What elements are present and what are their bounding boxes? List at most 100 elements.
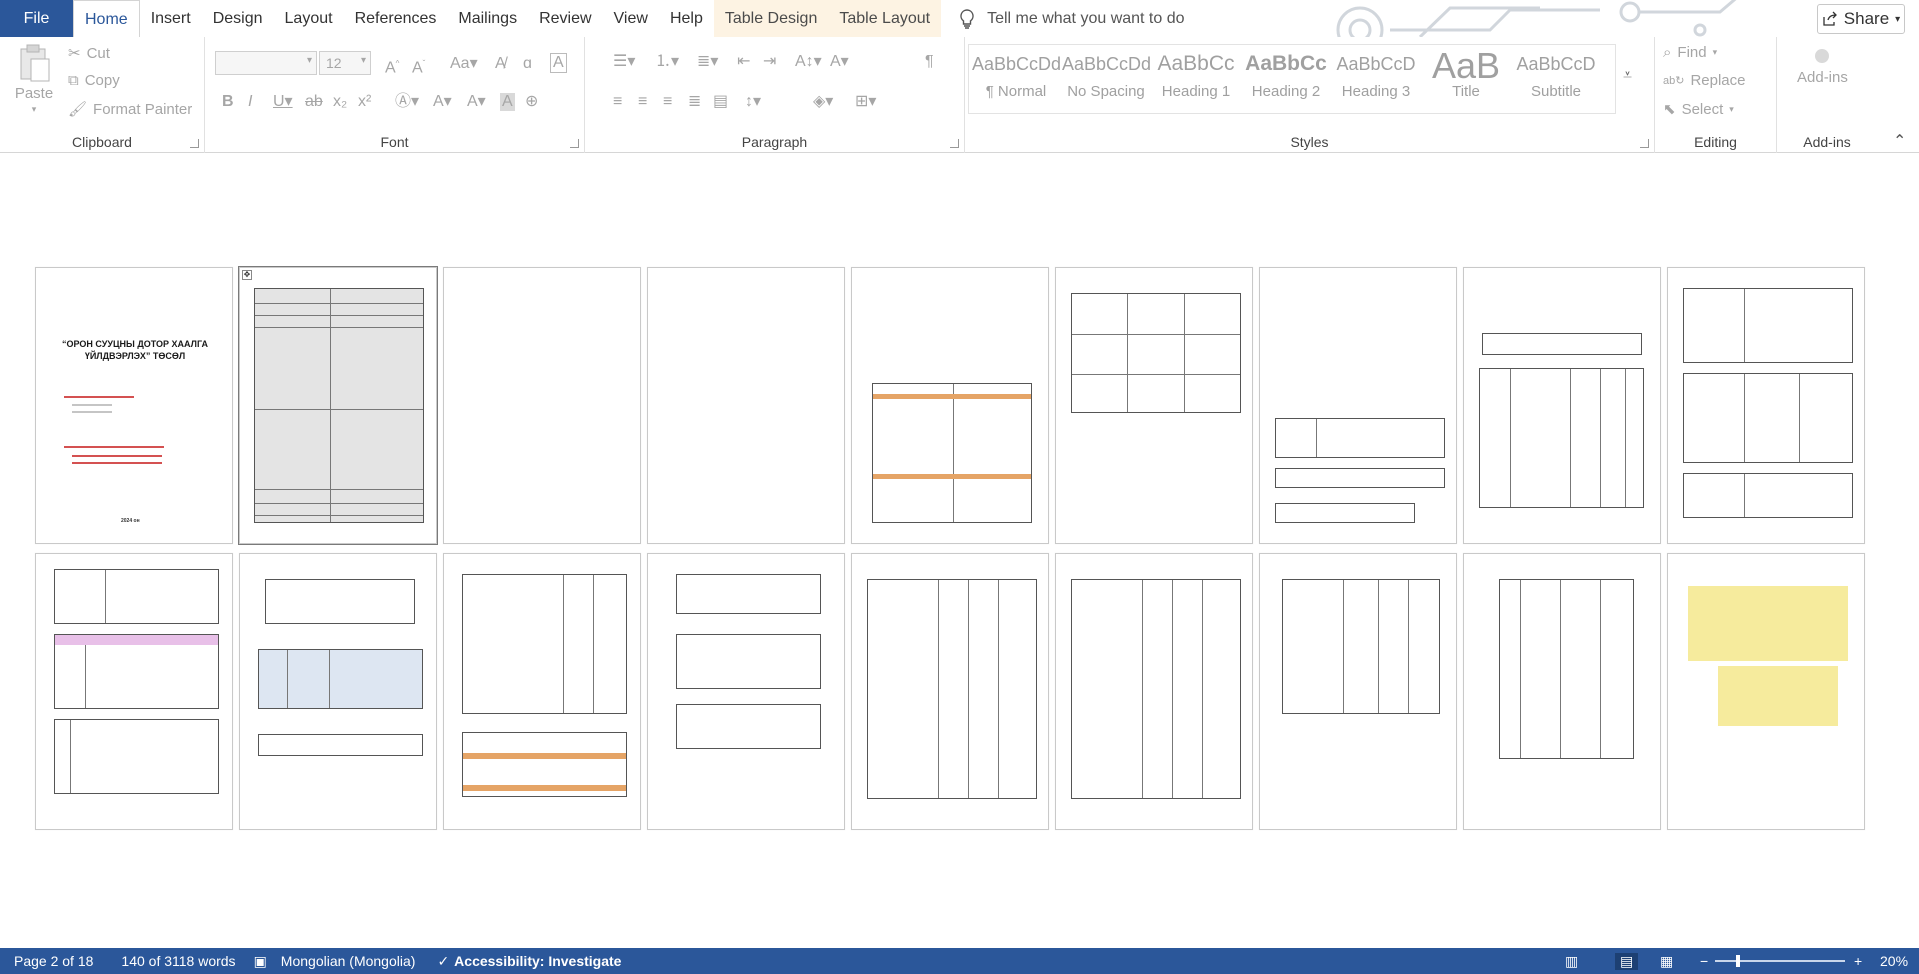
document-canvas[interactable]: “ОРОН СУУЦНЫ ДОТОР ХААЛГА ҮЙЛДВЭРЛЭХ” ТӨ… — [0, 153, 1919, 948]
web-layout-icon[interactable]: ▦ — [1660, 953, 1673, 970]
read-mode-icon[interactable]: ▥ — [1565, 953, 1578, 970]
style-no-spacing[interactable]: AaBbCcDd No Spacing — [1062, 49, 1150, 109]
grow-font-icon[interactable]: A^ — [385, 55, 399, 77]
zoom-in-icon[interactable]: + — [1854, 953, 1862, 969]
clipboard-launcher-icon[interactable] — [190, 139, 199, 148]
clear-formatting-icon[interactable]: A̸ — [495, 55, 506, 73]
collapse-ribbon-icon[interactable]: ⌃ — [1893, 133, 1906, 151]
subscript-icon[interactable]: x₂ — [333, 93, 347, 111]
increase-indent-icon[interactable]: ⇥ — [763, 53, 776, 71]
page-thumbnail-8[interactable] — [1463, 267, 1661, 544]
justify-icon[interactable]: ≣ — [688, 93, 701, 111]
style-title[interactable]: AaB Title — [1422, 49, 1510, 109]
tell-me-box[interactable]: Tell me what you want to do — [959, 0, 1185, 37]
tab-layout[interactable]: Layout — [274, 0, 344, 37]
zoom-out-icon[interactable]: − — [1700, 953, 1708, 969]
enclose-character-icon[interactable]: ⊕ — [525, 93, 538, 111]
distributed-icon[interactable]: ▤ — [713, 93, 728, 111]
highlight-icon[interactable]: A▾ — [433, 93, 452, 111]
replace-button[interactable]: ab↻ Replace — [1663, 72, 1746, 89]
zoom-level[interactable]: 20% — [1880, 953, 1908, 969]
page-thumbnail-15[interactable] — [1055, 553, 1253, 830]
page-thumbnail-4[interactable] — [647, 267, 845, 544]
format-painter-button[interactable]: 🖌 Format Painter — [68, 100, 192, 119]
zoom-slider[interactable] — [1715, 960, 1845, 962]
strikethrough-icon[interactable]: ab — [305, 93, 323, 111]
text-effect-icon[interactable]: Ⓐ▾ — [395, 93, 419, 111]
page-thumbnail-17[interactable] — [1463, 553, 1661, 830]
language-indicator[interactable]: Mongolian (Mongolia) — [281, 953, 416, 969]
styles-more-icon[interactable]: ⩡ — [1623, 67, 1632, 85]
cut-button[interactable]: ✂ Cut — [68, 44, 110, 63]
font-launcher-icon[interactable] — [570, 139, 579, 148]
tab-review[interactable]: Review — [528, 0, 602, 37]
proofing-icon[interactable]: ▣ — [254, 953, 267, 970]
tab-table-layout[interactable]: Table Layout — [828, 0, 942, 37]
font-color-icon[interactable]: A▾ — [467, 93, 486, 111]
font-size-combo[interactable]: 12 ▾ — [319, 51, 371, 75]
page-thumbnail-18[interactable] — [1667, 553, 1865, 830]
tab-table-design[interactable]: Table Design — [713, 0, 829, 37]
page-thumbnail-13[interactable] — [647, 553, 845, 830]
tab-home[interactable]: Home — [73, 0, 140, 38]
page-thumbnail-6[interactable] — [1055, 267, 1253, 544]
asian-layout-icon[interactable]: A▾ — [830, 53, 849, 71]
page-thumbnail-3[interactable] — [443, 267, 641, 544]
shrink-font-icon[interactable]: Aˇ — [412, 55, 425, 77]
style-heading-2[interactable]: AaBbCc Heading 2 — [1242, 49, 1330, 109]
style-heading-3[interactable]: AaBbCcD Heading 3 — [1332, 49, 1420, 109]
page-thumbnail-16[interactable] — [1259, 553, 1457, 830]
borders-icon[interactable]: ⊞▾ — [855, 93, 876, 111]
numbering-icon[interactable]: ⒈▾ — [655, 53, 679, 71]
share-button[interactable]: Share ▾ — [1817, 4, 1905, 34]
line-spacing-icon[interactable]: ↕▾ — [745, 93, 761, 111]
font-name-combo[interactable]: ▾ — [215, 51, 317, 75]
styles-launcher-icon[interactable] — [1640, 139, 1649, 148]
align-left-icon[interactable]: ≡ — [613, 93, 622, 111]
bullets-icon[interactable]: ☰▾ — [613, 53, 635, 71]
underline-icon[interactable]: U▾ — [273, 93, 293, 111]
style-normal[interactable]: AaBbCcDd ¶ Normal — [972, 49, 1060, 109]
decrease-indent-icon[interactable]: ⇤ — [737, 53, 750, 71]
accessibility-status[interactable]: Accessibility: Investigate — [454, 953, 621, 969]
style-subtitle[interactable]: AaBbCcD Subtitle — [1512, 49, 1600, 109]
paste-button[interactable]: Paste ▾ — [12, 43, 56, 115]
addins-button[interactable]: Add-ins — [1797, 49, 1848, 86]
tab-file[interactable]: File — [0, 0, 73, 37]
sort-icon[interactable]: A↕▾ — [795, 53, 822, 71]
tab-help[interactable]: Help — [659, 0, 714, 37]
tab-design[interactable]: Design — [202, 0, 274, 37]
page-count[interactable]: Page 2 of 18 — [14, 953, 93, 969]
tab-mailings[interactable]: Mailings — [447, 0, 528, 37]
paragraph-launcher-icon[interactable] — [950, 139, 959, 148]
tab-insert[interactable]: Insert — [140, 0, 202, 37]
style-heading-1[interactable]: AaBbCc Heading 1 — [1152, 49, 1240, 109]
tab-view[interactable]: View — [603, 0, 659, 37]
page-thumbnail-5[interactable] — [851, 267, 1049, 544]
page-thumbnail-10[interactable] — [35, 553, 233, 830]
text-effects-icon[interactable]: ɑ — [523, 55, 532, 73]
word-count[interactable]: 140 of 3118 words — [121, 953, 235, 969]
copy-button[interactable]: ⧉ Copy — [68, 72, 120, 89]
align-right-icon[interactable]: ≡ — [663, 93, 672, 111]
page-thumbnail-11[interactable] — [239, 553, 437, 830]
character-border-icon[interactable]: A — [550, 53, 567, 73]
page-thumbnail-14[interactable] — [851, 553, 1049, 830]
italic-icon[interactable]: I — [248, 93, 252, 111]
tab-references[interactable]: References — [344, 0, 448, 37]
page-thumbnail-2[interactable]: ✥ — [238, 266, 438, 545]
table-move-handle-icon[interactable]: ✥ — [242, 270, 252, 280]
print-layout-icon[interactable]: ▤ — [1615, 952, 1639, 970]
superscript-icon[interactable]: x² — [358, 93, 371, 111]
page-thumbnail-7[interactable] — [1259, 267, 1457, 544]
change-case-icon[interactable]: Aa▾ — [450, 55, 478, 73]
shading-bucket-icon[interactable]: ◈▾ — [813, 93, 833, 111]
zoom-slider-thumb[interactable] — [1736, 955, 1740, 967]
align-center-icon[interactable]: ≡ — [638, 93, 647, 111]
bold-icon[interactable]: B — [222, 93, 234, 111]
multilevel-list-icon[interactable]: ≣▾ — [697, 53, 718, 71]
select-button[interactable]: ⬉ Select ▾ — [1663, 100, 1734, 119]
page-thumbnail-1[interactable]: “ОРОН СУУЦНЫ ДОТОР ХААЛГА ҮЙЛДВЭРЛЭХ” ТӨ… — [35, 267, 233, 544]
shading-icon[interactable]: A — [500, 93, 515, 111]
page-thumbnail-9[interactable] — [1667, 267, 1865, 544]
